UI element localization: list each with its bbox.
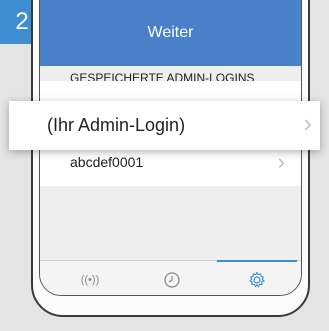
chevron-right-icon: › [303, 108, 312, 138]
gear-icon [249, 270, 265, 287]
header: Weiter [40, 0, 301, 66]
tab-bar: ((•)) [40, 260, 301, 295]
header-title[interactable]: Weiter [40, 24, 301, 42]
tab-clock[interactable] [132, 261, 212, 295]
tab-wifi[interactable]: ((•)) [50, 261, 130, 295]
chevron-right-icon: › [277, 149, 285, 174]
login-label: abcdef0001 [70, 154, 144, 170]
active-tab-indicator [217, 260, 297, 262]
tab-settings[interactable] [217, 260, 297, 295]
wifi-signal-icon: ((•)) [80, 273, 100, 286]
phone-frame: Weiter GESPEICHERTE ADMIN-LOGINS abcdef0… [31, 0, 310, 317]
login-row-own-admin[interactable]: (Ihr Admin-Login) › [9, 101, 320, 150]
clock-icon [164, 271, 180, 288]
login-label: (Ihr Admin-Login) [47, 115, 186, 135]
